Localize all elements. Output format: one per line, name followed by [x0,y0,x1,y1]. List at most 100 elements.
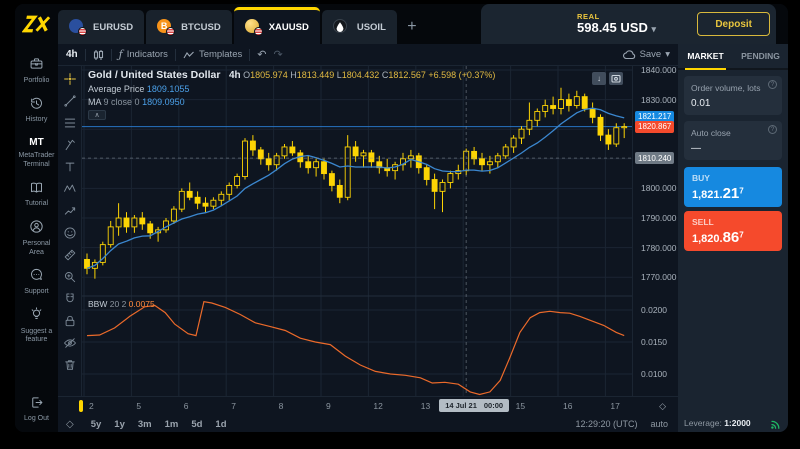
us-flag-icon [78,27,87,36]
gold-us-icon [245,19,263,35]
book-icon [29,180,44,199]
text-tool[interactable] [62,159,77,174]
sidebar-item-support[interactable]: Support [15,267,58,297]
chevron-down-icon: ▾ [665,49,670,60]
sidebar-item-portfolio[interactable]: Portfolio [15,56,58,86]
chart-type-button[interactable] [93,49,104,61]
zigzag-icon [183,50,195,60]
range-button-3m[interactable]: 3m [138,419,152,430]
account-balance: 598.45 USD ▾ [577,21,656,35]
chart-column: 4h ƒ Indicators [58,44,678,432]
order-volume-value[interactable]: 0.01 [691,98,775,109]
sidebar-item-label: Tutorial [17,200,57,209]
auto-close-value[interactable]: — [691,143,775,154]
time-axis-label: 6 [184,401,189,411]
time-axis-label: 12 [373,401,382,411]
eu-us-icon [69,19,87,35]
timeline-scroll-marker[interactable] [79,400,83,412]
order-tab-market[interactable]: MARKET [678,44,733,68]
tab-label: USOIL [357,22,386,33]
sell-button[interactable]: SELL 1,820.867 [684,211,782,251]
price-axis-label: 1770.000 [641,272,676,282]
status-bar: ◇ 5y1y3m1m5d1d 12:29:20 (UTC) auto [58,416,678,432]
remove-drawings-tool[interactable] [62,357,77,372]
hide-drawings-tool[interactable] [62,335,77,350]
axis-settings-diamond-icon[interactable]: ◇ [659,401,666,412]
pitchfork-tool[interactable] [62,137,77,152]
auto-scale-button[interactable]: auto [650,419,668,429]
time-axis[interactable]: 256789121314 Jul 2100:00151617◇ [58,396,678,416]
price-chart-canvas[interactable] [82,66,632,396]
deposit-button[interactable]: Deposit [697,12,770,36]
order-volume-card[interactable]: ? Order volume, lots 0.01 [684,76,782,115]
sidebar-item-history[interactable]: History [15,96,58,126]
range-button-1y[interactable]: 1y [114,419,125,430]
divider [111,49,112,61]
help-icon[interactable]: ? [768,125,777,134]
price-axis-label: 1790.000 [641,213,676,223]
exness-logo[interactable] [15,4,58,44]
sidebar-item-metatrader[interactable]: MTMetaTrader Terminal [15,135,58,170]
range-button-1m[interactable]: 1m [165,419,179,430]
save-label: Save [640,49,662,60]
divider [175,49,176,61]
help-icon[interactable]: ? [768,80,777,89]
sidebar-item-tutorial[interactable]: Tutorial [15,180,58,210]
sell-price: 1,820.867 [692,229,774,246]
divider [249,49,250,61]
zoom-in-tool[interactable] [62,269,77,284]
tab-eurusd[interactable]: EURUSD [58,10,144,44]
chart-toolbar: 4h ƒ Indicators [58,44,678,66]
sidebar-item-logout[interactable]: Log Out [15,395,58,425]
sidebar-item-label: Portfolio [17,77,57,86]
chart-area[interactable]: Gold / United States Dollar 4h O1805.974… [58,66,678,396]
templates-button[interactable]: Templates [183,49,242,60]
sidebar-item-suggest-feature[interactable]: Suggest a feature [15,307,58,345]
auto-close-card[interactable]: ? Auto close — [684,121,782,160]
magnet-tool[interactable] [62,291,77,306]
sidebar-item-label: Support [17,288,57,297]
redo-button[interactable]: ↷ [273,48,282,61]
tab-btcusd[interactable]: BBTCUSD [146,10,232,44]
scroll-to-recent-button[interactable]: ↓ [592,72,606,85]
order-panel: MARKETPENDING ? Order volume, lots 0.01 … [678,44,788,432]
oil-icon [333,19,351,35]
bbw-axis-label: 0.0200 [641,305,667,315]
history-icon [29,96,44,115]
time-axis-label: 17 [610,401,619,411]
undo-icon: ↶ [257,48,266,61]
add-instrument-tab-button[interactable]: + [397,10,427,44]
range-button-5y[interactable]: 5y [91,419,102,430]
trend-line-tool[interactable] [62,93,77,108]
range-button-1d[interactable]: 1d [215,419,226,430]
theme-diamond-icon[interactable]: ◇ [66,419,74,430]
buy-price: 1,821.217 [692,185,774,202]
ruler-tool[interactable] [62,247,77,262]
save-button[interactable]: Save ▾ [623,49,670,60]
xabcd-pattern-tool[interactable] [62,181,77,196]
screenshot-button[interactable] [609,72,623,85]
sell-price-badge: 1820.867 [635,121,674,133]
sidebar-item-personal-area[interactable]: Personal Area [15,219,58,257]
timeframe-button[interactable]: 4h [66,49,78,60]
account-switcher[interactable]: REAL 598.45 USD ▾ [577,13,656,36]
emoji-tool[interactable] [62,225,77,240]
range-button-5d[interactable]: 5d [191,419,202,430]
buy-button[interactable]: BUY 1,821.217 [684,167,782,207]
sidebar-item-label: Log Out [17,415,57,424]
order-tab-pending[interactable]: PENDING [733,44,788,68]
fib-retracement-tool[interactable] [62,115,77,130]
crosshair-tool[interactable] [62,71,77,86]
lock-drawings-tool[interactable] [62,313,77,328]
price-axis[interactable]: 1840.0001830.0001800.0001790.0001780.000… [632,66,678,396]
tab-usoil[interactable]: USOIL [322,10,397,44]
legend-collapse-button[interactable]: ∧ [88,110,106,120]
indicators-button[interactable]: ƒ Indicators [119,48,168,61]
forecast-tool[interactable] [62,203,77,218]
tab-xauusd[interactable]: XAUUSD [234,7,320,44]
crosshair-price-badge: 1810.240 [635,152,674,164]
account-block: REAL 598.45 USD ▾ Deposit [481,4,776,44]
sell-label: SELL [692,217,774,227]
undo-button[interactable]: ↶ [257,48,266,61]
sidebar-item-label: MetaTrader Terminal [17,152,57,170]
